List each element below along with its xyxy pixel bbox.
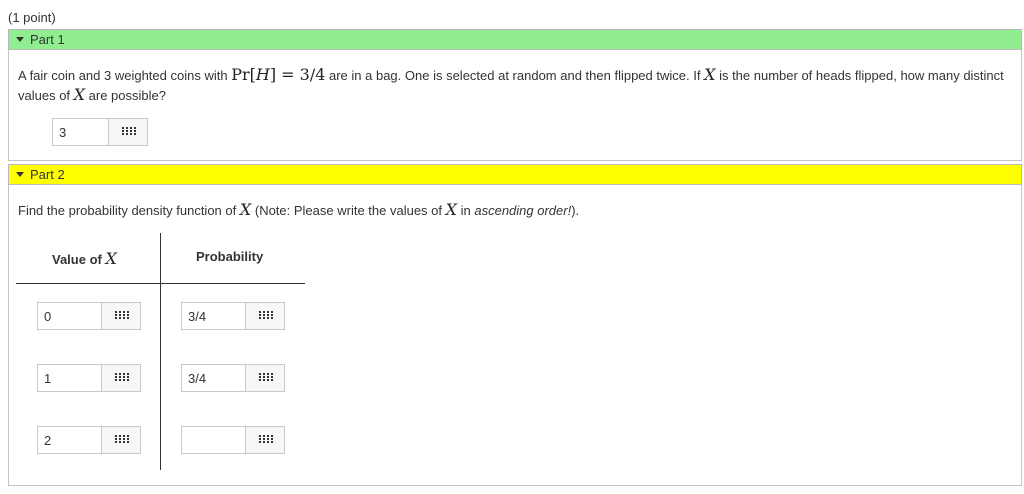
table-divider-horizontal: [16, 283, 305, 284]
probability-input-2[interactable]: [182, 427, 246, 453]
part2-body: Find the probability density function of…: [8, 185, 1022, 486]
probability-answer-box: [181, 302, 285, 330]
emphasis-text: ascending order!: [474, 203, 572, 218]
part1-title: Part 1: [30, 32, 65, 47]
equation-editor-button[interactable]: [246, 303, 284, 329]
equation-editor-button[interactable]: [246, 365, 284, 391]
part2-header[interactable]: Part 2: [8, 164, 1022, 185]
equation-editor-button[interactable]: [102, 365, 140, 391]
math-x: X: [239, 200, 252, 219]
part1-question: A fair coin and 3 weighted coins with Pr…: [18, 65, 1008, 105]
math-x: X: [704, 65, 716, 84]
math-pr: Pr: [231, 65, 250, 84]
math-equals: = 3/4: [276, 65, 326, 84]
value-input-2[interactable]: [38, 427, 102, 453]
equation-editor-button[interactable]: [109, 119, 147, 145]
math-h: H: [255, 65, 270, 84]
question-text: are possible?: [85, 88, 166, 103]
part1-answer-box: [52, 118, 148, 146]
caret-down-icon: [16, 37, 24, 42]
part1-answer-input[interactable]: [53, 119, 109, 145]
part1-body: A fair coin and 3 weighted coins with Pr…: [8, 50, 1022, 161]
question-text: ).: [571, 203, 580, 218]
keypad-icon: [258, 435, 273, 445]
math-x: X: [73, 85, 86, 104]
points-label: (1 point): [8, 10, 56, 25]
part2-question: Find the probability density function of…: [18, 200, 1008, 220]
value-answer-box: [37, 426, 141, 454]
probability-answer-box: [181, 364, 285, 392]
equation-editor-button[interactable]: [102, 303, 140, 329]
probability-answer-box: [181, 426, 285, 454]
col-header-text: Value of: [52, 252, 106, 267]
part1-header[interactable]: Part 1: [8, 29, 1022, 50]
probability-input-1[interactable]: [182, 365, 246, 391]
question-text: (Note: Please write the values of: [251, 203, 446, 218]
value-input-1[interactable]: [38, 365, 102, 391]
math-x: X: [445, 200, 458, 219]
keypad-icon: [114, 311, 129, 321]
keypad-icon: [121, 127, 136, 137]
probability-input-0[interactable]: [182, 303, 246, 329]
equation-editor-button[interactable]: [102, 427, 140, 453]
caret-down-icon: [16, 172, 24, 177]
question-text: are in a bag. One is selected at random …: [325, 68, 705, 83]
keypad-icon: [258, 311, 273, 321]
table-divider-vertical: [160, 233, 161, 470]
part2-title: Part 2: [30, 167, 65, 182]
value-input-0[interactable]: [38, 303, 102, 329]
math-x: X: [105, 249, 117, 268]
keypad-icon: [114, 373, 129, 383]
question-text: A fair coin and 3 weighted coins with: [18, 68, 232, 83]
keypad-icon: [114, 435, 129, 445]
col-header-value: Value of X: [52, 249, 117, 268]
equation-editor-button[interactable]: [246, 427, 284, 453]
question-text: Find the probability density function of: [18, 203, 240, 218]
value-answer-box: [37, 364, 141, 392]
value-answer-box: [37, 302, 141, 330]
keypad-icon: [258, 373, 273, 383]
col-header-probability: Probability: [196, 249, 264, 264]
question-text: in: [457, 203, 475, 218]
